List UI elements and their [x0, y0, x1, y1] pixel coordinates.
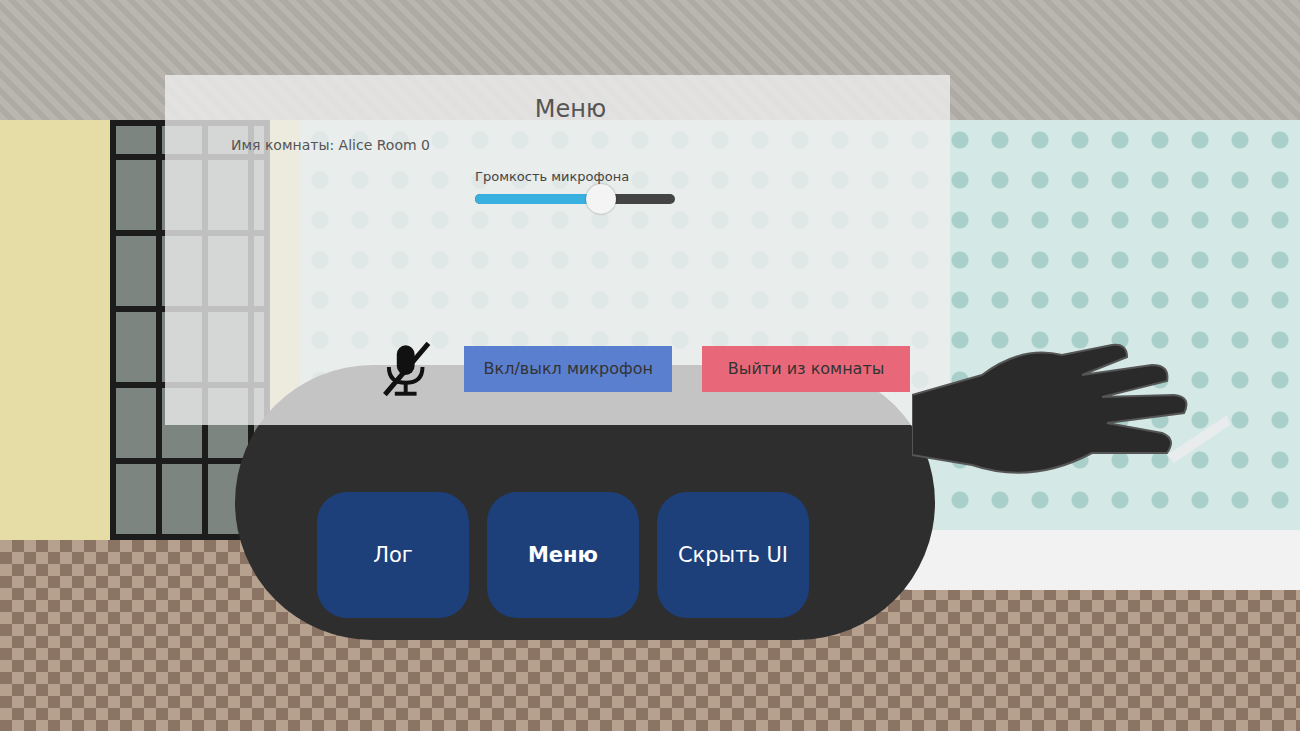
volume-group: Громкость микрофона: [475, 169, 675, 204]
volume-label: Громкость микрофона: [475, 169, 675, 184]
wrist-button[interactable]: Лог: [317, 492, 469, 618]
menu-title: Меню: [231, 95, 910, 123]
volume-thumb[interactable]: [586, 184, 616, 214]
hand-icon: [912, 335, 1232, 510]
volume-fill: [475, 194, 601, 204]
table: [880, 530, 1300, 590]
menu-panel: Меню Имя комнаты: Alice Room 0 Громкость м…: [165, 75, 950, 425]
room-label: Имя комнаты: Alice Room 0: [231, 137, 910, 153]
menu-button[interactable]: Выйти из комнаты: [702, 346, 910, 392]
wrist-button[interactable]: Меню: [487, 492, 639, 618]
menu-button[interactable]: Вкл/выкл микрофон: [464, 346, 672, 392]
vr-scene: ЛогМенюСкрыть UIМенюИмя комнаты: Alice R…: [0, 0, 1300, 731]
volume-slider[interactable]: [475, 194, 675, 204]
microphone-icon: [379, 339, 434, 399]
button-row: Вкл/выкл микрофон Выйти из комнаты: [231, 339, 910, 399]
wrist-button[interactable]: Скрыть UI: [657, 492, 809, 618]
